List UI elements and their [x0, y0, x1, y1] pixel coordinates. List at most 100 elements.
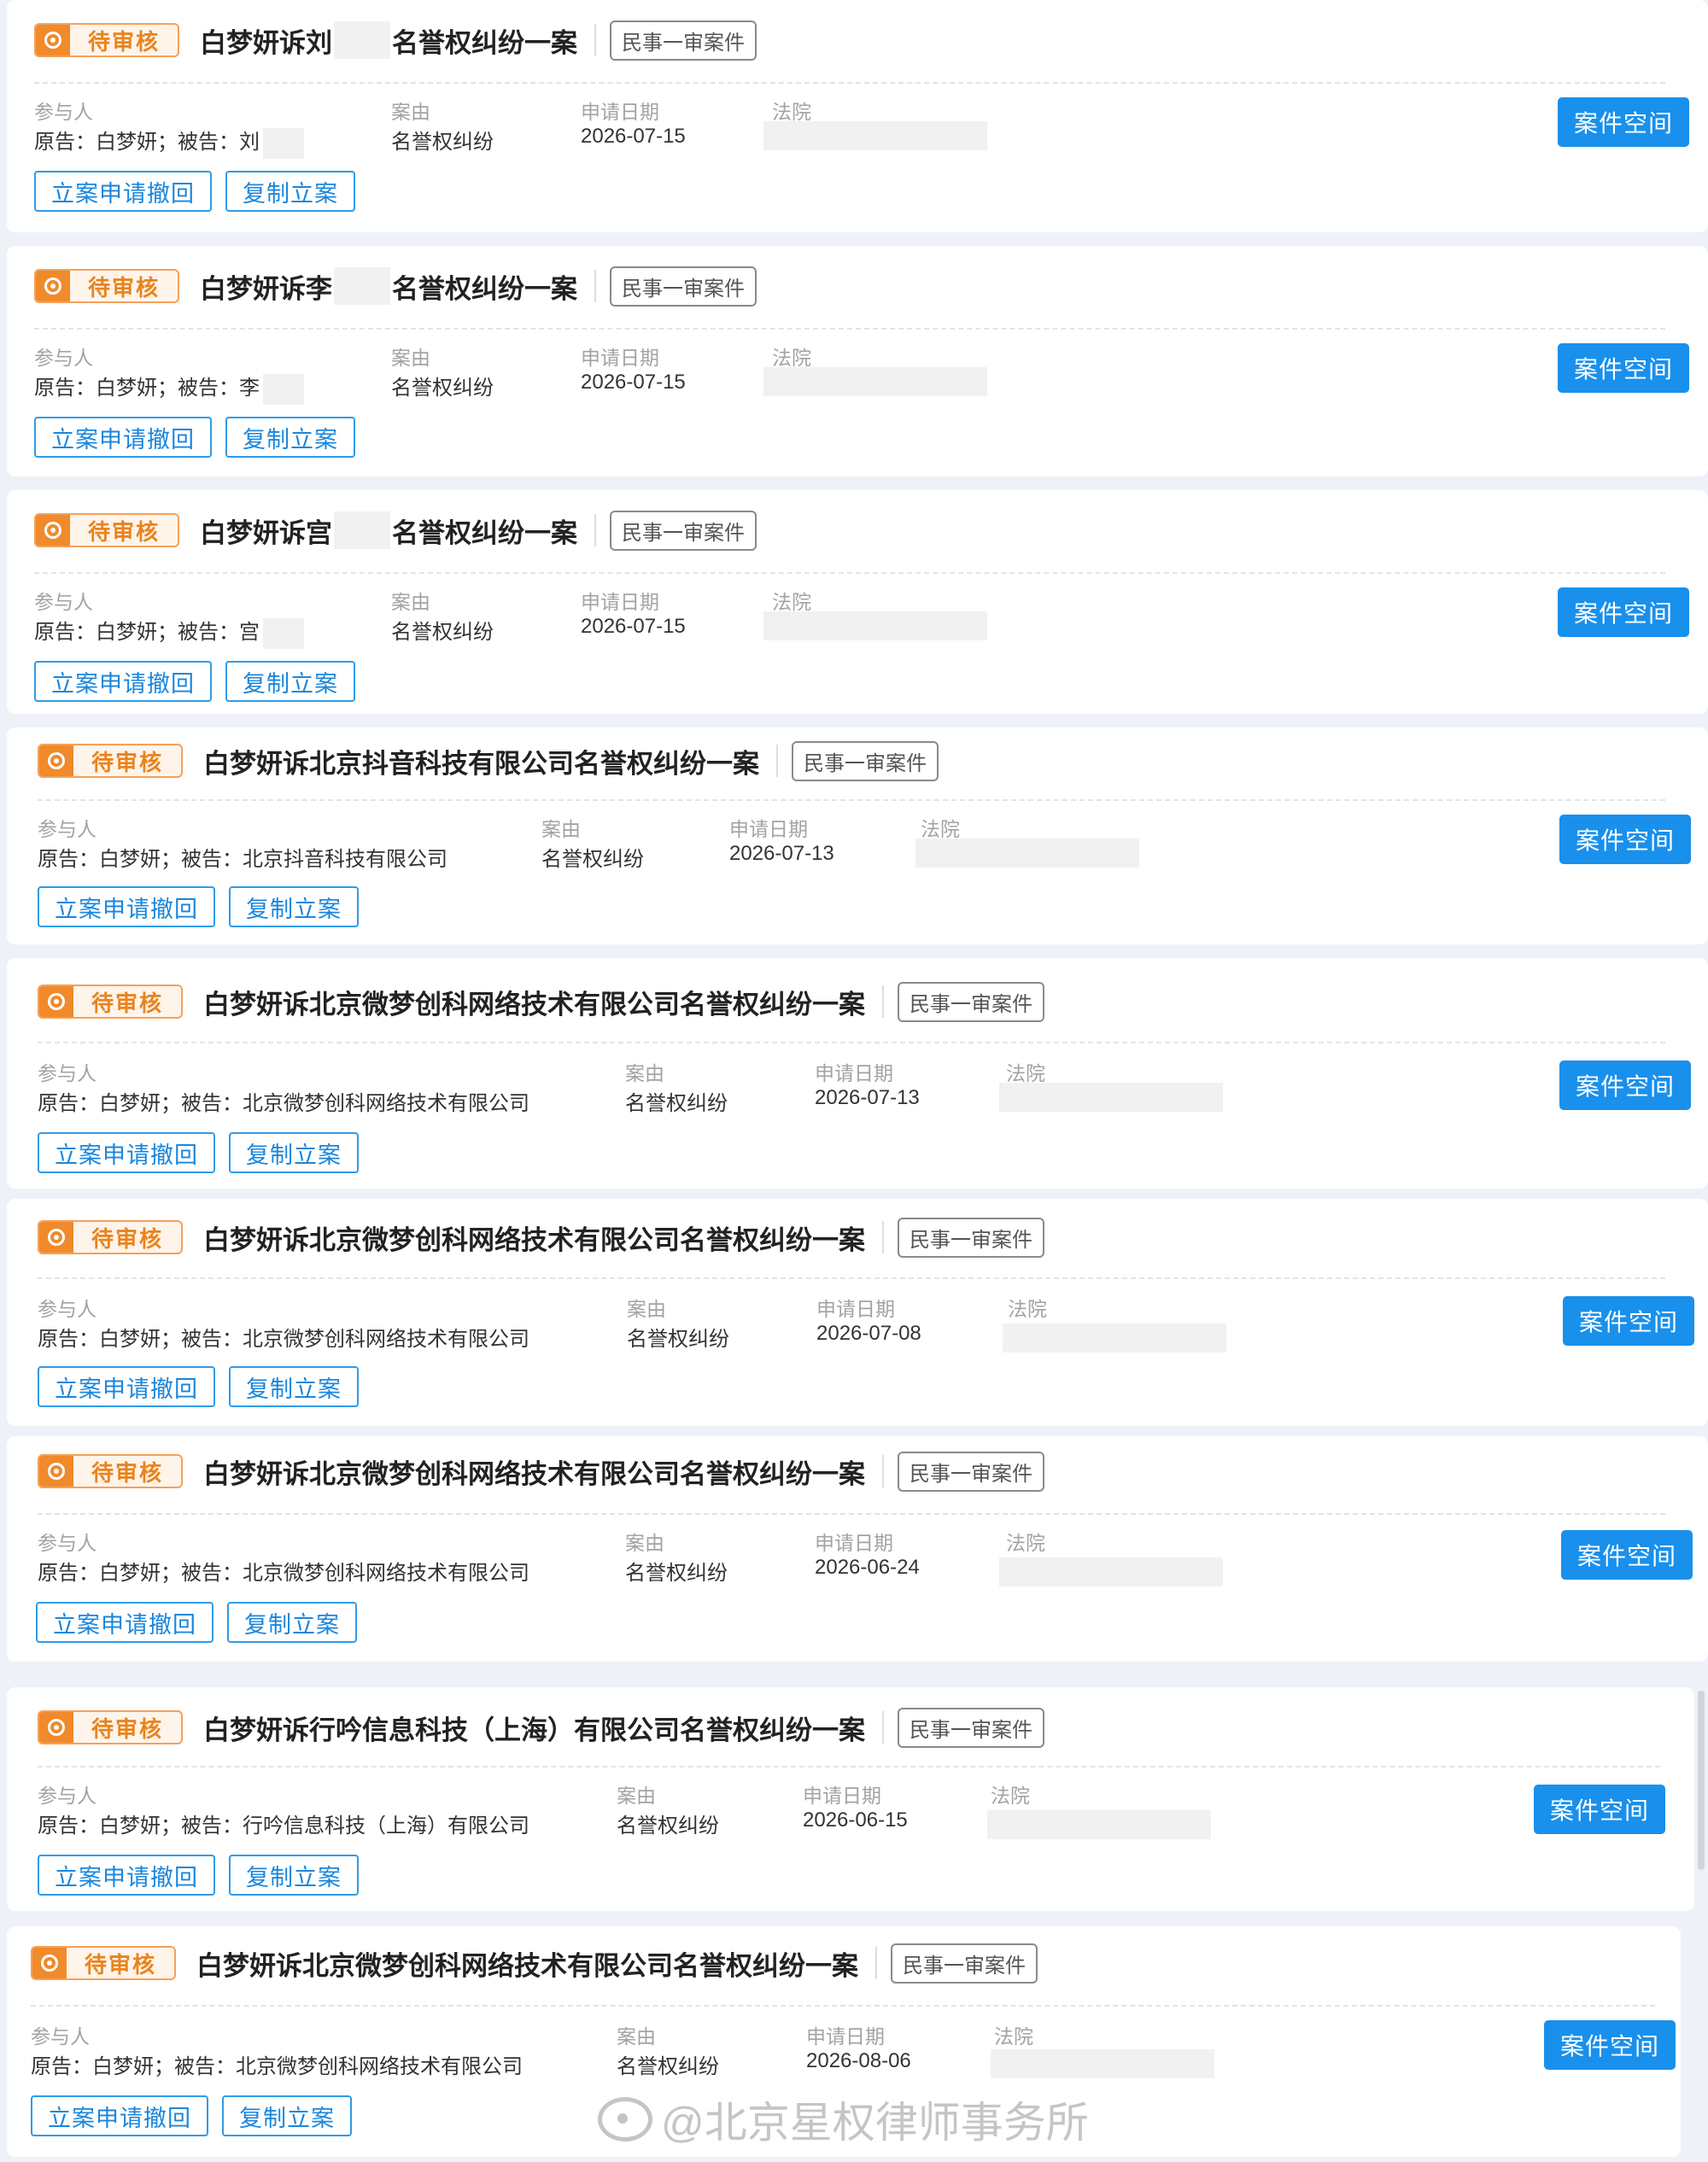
status-badge: 待审核 — [38, 1220, 183, 1254]
court-label: 法院 — [772, 101, 811, 123]
divider — [594, 514, 596, 546]
court-value-redacted — [1003, 1323, 1226, 1353]
case-title-prefix: 白梦妍诉刘 — [200, 27, 332, 58]
withdraw-application-button[interactable]: 立案申请撤回 — [36, 1602, 214, 1643]
case-title[interactable]: 白梦妍诉行吟信息科技（上海）有限公司名誉权纠纷一案 — [203, 1709, 865, 1747]
participants-label: 参与人 — [34, 591, 93, 613]
case-space-button[interactable]: 案件空间 — [1561, 1530, 1693, 1580]
case-space-button[interactable]: 案件空间 — [1534, 1785, 1665, 1834]
status-clock-icon — [36, 25, 70, 56]
status-clock-icon — [39, 745, 73, 776]
withdraw-application-button[interactable]: 立案申请撤回 — [34, 171, 212, 212]
status-badge: 待审核 — [34, 269, 179, 303]
copy-filing-button[interactable]: 复制立案 — [225, 417, 355, 458]
case-title[interactable]: 白梦妍诉北京微梦创科网络技术有限公司名誉权纠纷一案 — [203, 983, 865, 1021]
case-type-tag: 民事一审案件 — [898, 1217, 1044, 1258]
date-label: 申请日期 — [815, 1532, 893, 1554]
case-title[interactable]: 白梦妍诉刘 名誉权纠纷一案 — [200, 21, 577, 60]
vertical-scrollbar[interactable] — [1698, 1691, 1705, 1870]
court-value-redacted — [915, 839, 1139, 868]
divider — [875, 1947, 877, 1979]
case-title[interactable]: 白梦妍诉宫 名誉权纠纷一案 — [200, 511, 577, 550]
case-title-suffix: 名誉权纠纷一案 — [392, 517, 577, 548]
divider — [594, 24, 596, 56]
date-label: 申请日期 — [803, 1785, 881, 1807]
weibo-logo-icon — [598, 2097, 652, 2142]
case-type-tag: 民事一审案件 — [610, 266, 757, 307]
case-type-tag: 民事一审案件 — [610, 510, 757, 551]
divider — [594, 270, 596, 302]
case-space-button[interactable]: 案件空间 — [1558, 343, 1689, 393]
status-clock-icon — [39, 1222, 73, 1253]
status-text: 待审核 — [91, 990, 163, 1016]
copy-filing-button[interactable]: 复制立案 — [225, 661, 355, 702]
withdraw-application-button[interactable]: 立案申请撤回 — [31, 2095, 208, 2136]
case-header: 待审核 白梦妍诉李 名誉权纠纷一案 民事一审案件 — [34, 265, 757, 307]
case-title-prefix: 白梦妍诉李 — [200, 273, 332, 304]
case-space-button[interactable]: 案件空间 — [1558, 587, 1689, 637]
court-value-redacted — [763, 367, 987, 396]
participants-label: 参与人 — [34, 101, 93, 123]
copy-filing-button[interactable]: 复制立案 — [229, 1855, 359, 1896]
status-badge: 待审核 — [38, 1710, 183, 1744]
withdraw-application-button[interactable]: 立案申请撤回 — [38, 1132, 215, 1173]
status-text: 待审核 — [91, 1715, 163, 1742]
case-space-button[interactable]: 案件空间 — [1558, 97, 1689, 147]
cause-label: 案由 — [617, 1785, 656, 1807]
copy-filing-button[interactable]: 复制立案 — [225, 171, 355, 212]
cause-value: 名誉权纠纷 — [391, 621, 494, 644]
case-space-button[interactable]: 案件空间 — [1559, 1061, 1691, 1110]
status-badge: 待审核 — [34, 513, 179, 547]
cause-label: 案由 — [627, 1298, 666, 1320]
date-label: 申请日期 — [816, 1298, 895, 1320]
status-clock-icon — [36, 271, 70, 301]
copy-filing-button[interactable]: 复制立案 — [229, 1132, 359, 1173]
participants-value: 原告：白梦妍；被告：行吟信息科技（上海）有限公司 — [38, 1814, 529, 1838]
court-value-redacted — [763, 121, 987, 150]
copy-filing-button[interactable]: 复制立案 — [229, 886, 359, 927]
withdraw-application-button[interactable]: 立案申请撤回 — [38, 1366, 215, 1407]
case-space-button[interactable]: 案件空间 — [1544, 2020, 1676, 2070]
case-title[interactable]: 白梦妍诉北京微梦创科网络技术有限公司名誉权纠纷一案 — [203, 1452, 865, 1491]
copy-filing-button[interactable]: 复制立案 — [222, 2095, 352, 2136]
date-value: 2026-08-06 — [806, 2049, 911, 2072]
cause-label: 案由 — [617, 2025, 656, 2048]
status-clock-icon — [39, 1456, 73, 1487]
case-header: 待审核 白梦妍诉宫 名誉权纠纷一案 民事一审案件 — [34, 509, 757, 552]
case-title[interactable]: 白梦妍诉李 名誉权纠纷一案 — [200, 267, 577, 306]
case-header: 待审核 白梦妍诉北京微梦创科网络技术有限公司名誉权纠纷一案 民事一审案件 — [38, 1216, 1044, 1259]
case-card: 待审核 白梦妍诉北京微梦创科网络技术有限公司名誉权纠纷一案 民事一审案件 参与人… — [7, 1199, 1708, 1426]
court-value-redacted — [987, 1810, 1211, 1839]
case-title[interactable]: 白梦妍诉北京微梦创科网络技术有限公司名誉权纠纷一案 — [203, 1218, 865, 1257]
court-label: 法院 — [772, 347, 811, 369]
withdraw-application-button[interactable]: 立案申请撤回 — [38, 886, 215, 927]
date-label: 申请日期 — [581, 101, 659, 123]
copy-filing-button[interactable]: 复制立案 — [229, 1366, 359, 1407]
status-badge: 待审核 — [34, 23, 179, 57]
divider — [882, 985, 884, 1018]
case-card: 待审核 白梦妍诉行吟信息科技（上海）有限公司名誉权纠纷一案 民事一审案件 参与人… — [7, 1687, 1694, 1911]
withdraw-application-button[interactable]: 立案申请撤回 — [34, 661, 212, 702]
participants-label: 参与人 — [38, 1785, 97, 1807]
withdraw-application-button[interactable]: 立案申请撤回 — [38, 1855, 215, 1896]
case-title[interactable]: 白梦妍诉北京微梦创科网络技术有限公司名誉权纠纷一案 — [196, 1944, 858, 1983]
watermark: @北京星权律师事务所 — [598, 2089, 1089, 2150]
withdraw-application-button[interactable]: 立案申请撤回 — [34, 417, 212, 458]
case-type-tag: 民事一审案件 — [891, 1943, 1038, 1984]
case-title[interactable]: 白梦妍诉北京抖音科技有限公司名誉权纠纷一案 — [203, 742, 759, 780]
cause-label: 案由 — [391, 591, 430, 613]
copy-filing-button[interactable]: 复制立案 — [227, 1602, 357, 1643]
participants-label: 参与人 — [38, 1532, 97, 1554]
case-header: 待审核 白梦妍诉刘 名誉权纠纷一案 民事一审案件 — [34, 19, 757, 61]
cause-value: 名誉权纠纷 — [541, 848, 644, 871]
date-value: 2026-07-13 — [815, 1086, 920, 1109]
date-label: 申请日期 — [581, 347, 659, 369]
case-space-button[interactable]: 案件空间 — [1563, 1296, 1694, 1346]
participants-value: 原告：白梦妍；被告：宫 — [34, 615, 304, 649]
divider — [882, 1221, 884, 1253]
court-label: 法院 — [1008, 1298, 1047, 1320]
participants-value: 原告：白梦妍；被告：北京微梦创科网络技术有限公司 — [38, 1562, 529, 1585]
date-label: 申请日期 — [581, 591, 659, 613]
case-header: 待审核 白梦妍诉北京抖音科技有限公司名誉权纠纷一案 民事一审案件 — [38, 739, 939, 782]
case-space-button[interactable]: 案件空间 — [1559, 815, 1691, 864]
